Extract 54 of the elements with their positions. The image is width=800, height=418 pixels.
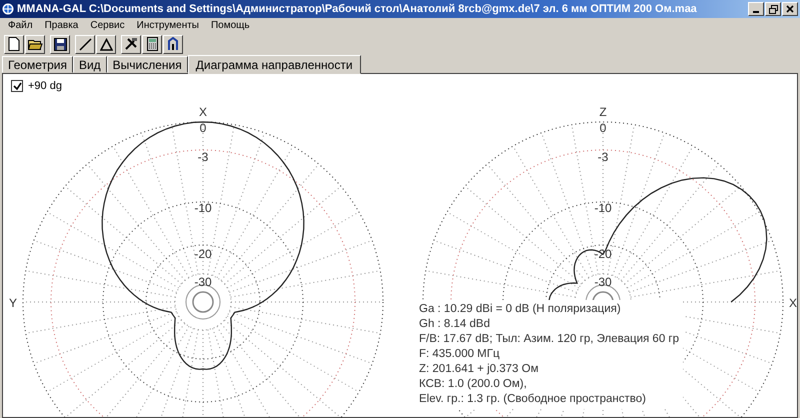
ring-label: -10: [594, 201, 612, 215]
result-line: Z: 201.641 + j0.373 Ом: [419, 362, 540, 377]
open-button[interactable]: [25, 34, 45, 54]
ring-label: -30: [194, 275, 212, 289]
ring-label: 0: [200, 121, 206, 135]
tab[interactable]: Геометрия: [2, 56, 73, 73]
axis-label: X: [789, 296, 797, 310]
wire-button[interactable]: [75, 34, 95, 54]
calculator-button[interactable]: [142, 34, 162, 54]
ring-label: -3: [198, 150, 208, 164]
result-line: F/B: 17.67 dB; Тыл: Азим. 120 гр, Элевация 60 гр: [419, 332, 679, 347]
ring-label: -3: [598, 150, 608, 164]
triangle-icon: [100, 38, 112, 50]
optimize-button[interactable]: [163, 34, 183, 54]
calculator-icon: [146, 37, 158, 51]
menu-item[interactable]: Помощь: [204, 19, 256, 33]
window-title: MMANA-GAL C:\Documents and Settings\Администратор\Рабочий стол\Анатолий 8rcb@gmx.de\7 эл. 6 мм ОПТИМ 200 Ом.maa: [17, 3, 698, 15]
ring-label: -20: [594, 247, 612, 261]
tools-button[interactable]: [121, 34, 141, 54]
tab[interactable]: Диаграмма направленности: [188, 55, 361, 74]
result-line: Elev. гр.: 1.3 гр. (Свободное пространство): [419, 392, 647, 407]
figure-icon: [167, 37, 179, 51]
globe-icon: [2, 3, 14, 15]
result-line: F: 435.000 МГц: [419, 347, 501, 362]
triangle-button[interactable]: [96, 34, 116, 54]
line-icon: [78, 38, 92, 50]
ring-label: -20: [194, 247, 212, 261]
menu-item[interactable]: Правка: [38, 19, 84, 33]
tab[interactable]: Вид: [72, 56, 107, 73]
axis-label: Y: [9, 296, 17, 310]
save-button[interactable]: [50, 34, 70, 54]
folder-icon: [28, 38, 42, 50]
result-line: Gh : 8.14 dBd: [419, 317, 491, 332]
axis-label: Z: [599, 105, 607, 119]
restore-icon: [768, 4, 778, 14]
page-icon: [8, 37, 20, 51]
close-button[interactable]: [782, 2, 798, 16]
tab[interactable]: Вычисления: [106, 56, 188, 73]
restore-button[interactable]: [765, 2, 781, 16]
menu-item[interactable]: Файл: [2, 19, 39, 33]
checkbox-label: +90 dg: [28, 80, 62, 92]
ring-label: -10: [194, 201, 212, 215]
menu-item[interactable]: Инструменты: [130, 19, 205, 33]
ring-label: 0: [600, 121, 606, 135]
menu-item[interactable]: Сервис: [84, 19, 131, 33]
axis-label: X: [199, 105, 207, 119]
result-line: Ga : 10.29 dBi = 0 dB (H поляризация): [419, 302, 622, 317]
minimize-button[interactable]: [748, 2, 764, 16]
ring-label: -30: [594, 275, 612, 289]
tools-icon: [124, 37, 138, 51]
checkbox[interactable]: [11, 80, 23, 92]
close-icon: [786, 5, 794, 13]
result-line: КСВ: 1.0 (200.0 Ом),: [419, 377, 528, 392]
new-file-button[interactable]: [4, 34, 24, 54]
